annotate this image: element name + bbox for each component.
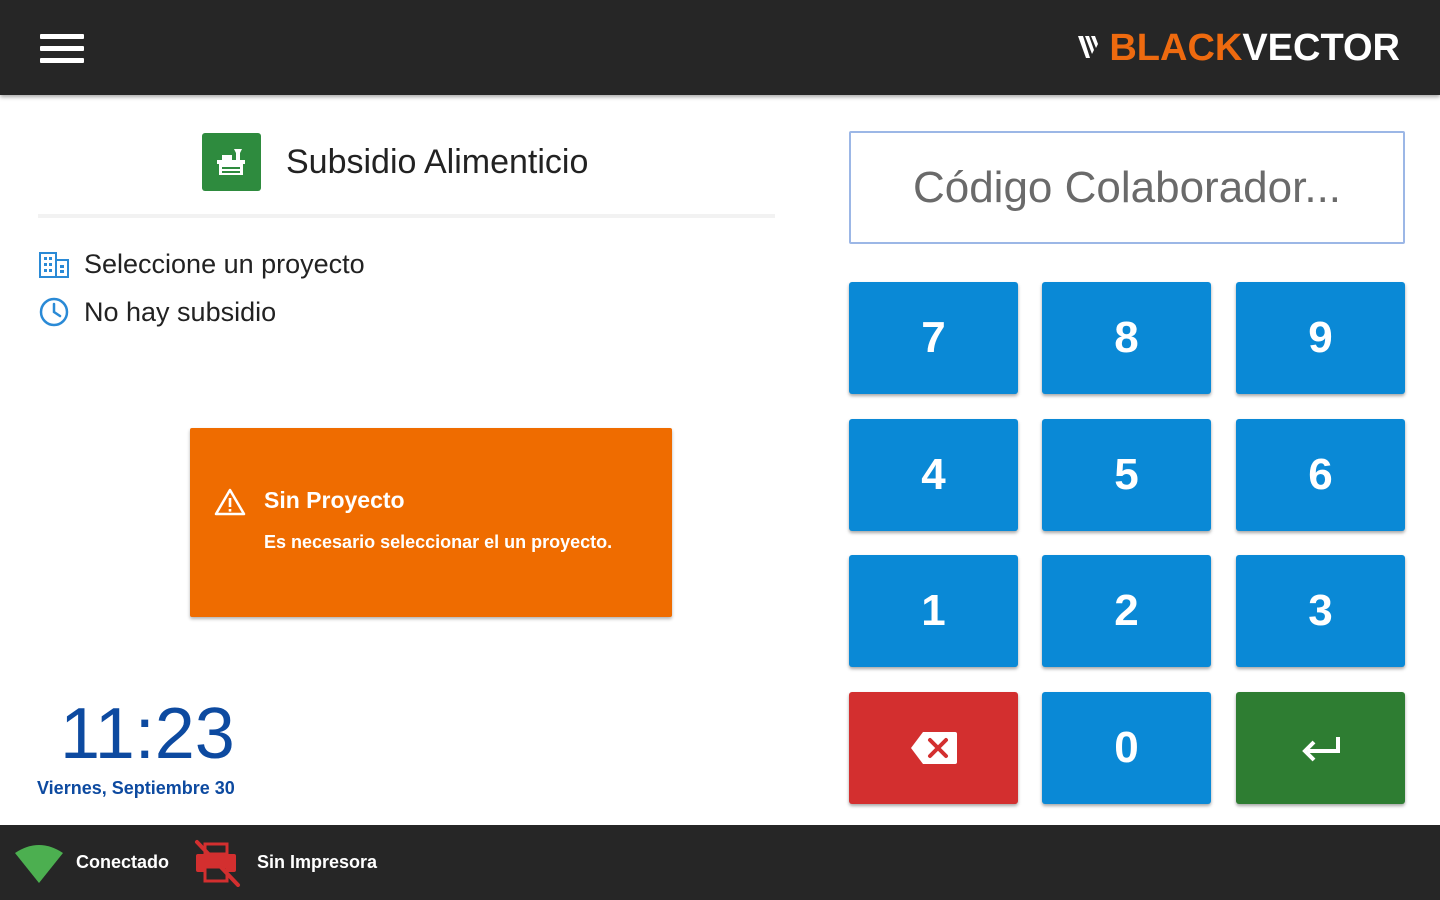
warning-alert: Sin Proyecto Es necesario seleccionar el… <box>190 428 672 617</box>
alert-message: Es necesario seleccionar el un proyecto. <box>264 532 613 552</box>
printer-off-icon <box>195 839 240 887</box>
app-header: Subsidio Alimenticio <box>202 133 588 191</box>
key-0[interactable]: 0 <box>1042 692 1211 804</box>
enter-button[interactable] <box>1236 692 1405 804</box>
key-3[interactable]: 3 <box>1236 555 1405 667</box>
enter-icon <box>1301 737 1340 762</box>
key-1[interactable]: 1 <box>849 555 1018 667</box>
subsidy-label: No hay subsidio <box>84 296 277 327</box>
status-bar: Conectado Sin Impresora <box>0 825 1440 900</box>
top-app-bar: BLACK VECTOR <box>0 0 1440 95</box>
key-8[interactable]: 8 <box>1042 282 1211 394</box>
clock-time: 11:23 <box>60 694 235 774</box>
key-9[interactable]: 9 <box>1236 282 1405 394</box>
wifi-icon <box>15 844 63 883</box>
page-title: Subsidio Alimenticio <box>286 142 589 181</box>
project-label: Seleccione un proyecto <box>84 248 365 279</box>
backspace-icon <box>910 732 957 764</box>
divider <box>38 214 775 218</box>
wifi-status: Conectado <box>14 825 169 900</box>
blackvector-logo: BLACK VECTOR <box>1077 26 1400 69</box>
key-7[interactable]: 7 <box>849 282 1018 394</box>
key-6[interactable]: 6 <box>1236 419 1405 531</box>
logo-text-vector: VECTOR <box>1242 26 1400 69</box>
info-panel: Subsidio Alimenticio Seleccione un proye… <box>0 95 810 825</box>
printer-status: Sin Impresora <box>193 825 377 900</box>
subsidy-status: No hay subsidio <box>38 296 276 328</box>
employee-code-input[interactable] <box>849 131 1405 244</box>
wifi-label: Conectado <box>76 852 170 872</box>
printer-label: Sin Impresora <box>257 852 378 872</box>
building-icon <box>38 248 70 280</box>
project-selector[interactable]: Seleccione un proyecto <box>38 248 365 280</box>
backspace-button[interactable] <box>849 692 1018 804</box>
hamburger-menu-icon[interactable] <box>40 32 86 64</box>
warning-icon <box>214 488 246 516</box>
clock-date: Viernes, Septiembre 30 <box>37 778 235 798</box>
clock-icon <box>38 296 70 328</box>
food-tray-icon <box>202 133 261 191</box>
key-2[interactable]: 2 <box>1042 555 1211 667</box>
logo-mark-icon <box>1078 36 1099 58</box>
key-4[interactable]: 4 <box>849 419 1018 531</box>
key-5[interactable]: 5 <box>1042 419 1211 531</box>
logo-text-black: BLACK <box>1109 26 1243 69</box>
alert-title: Sin Proyecto <box>264 487 405 513</box>
